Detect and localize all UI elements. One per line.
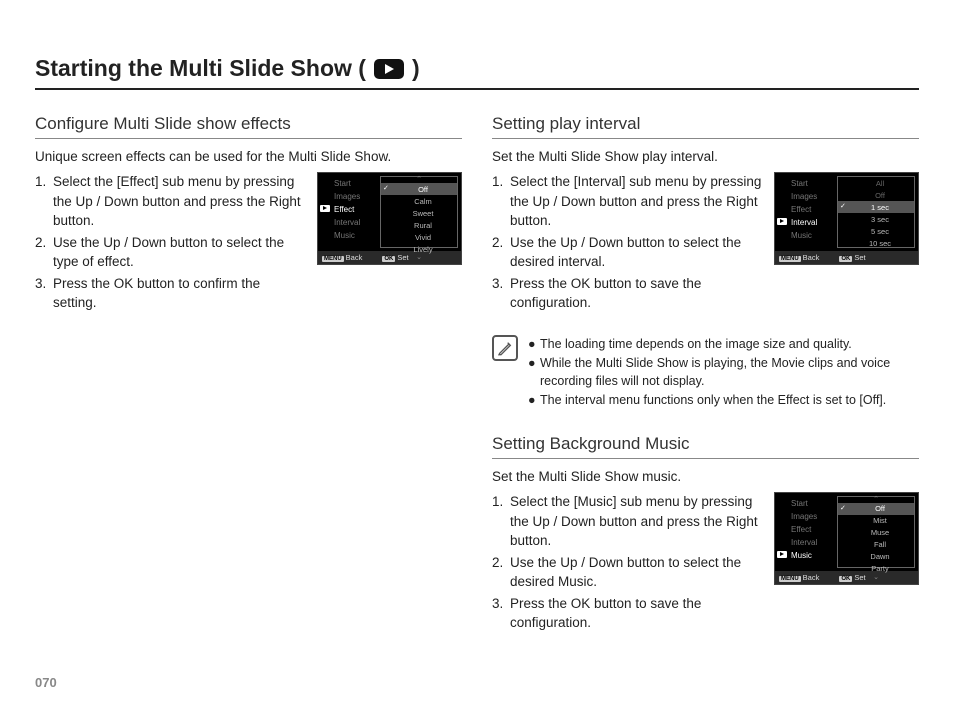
lead-effects: Unique screen effects can be used for th… xyxy=(35,149,462,164)
ok-button-label: OK xyxy=(839,256,852,262)
steps-music: 1.Select the [Music] sub menu by pressin… xyxy=(492,492,762,635)
note-icon xyxy=(492,335,518,361)
lcd-menu-item: Music xyxy=(775,549,837,562)
lcd-option: Vivid xyxy=(381,231,457,243)
step-text: Press the OK button to confirm the setti… xyxy=(53,274,305,313)
lcd-screenshot-effects: Start Images Effect Interval Music ⌃ Off… xyxy=(317,172,462,265)
menu-button-label: MENU xyxy=(322,256,344,262)
lcd-menu-item: Start xyxy=(318,177,380,190)
step-text: Use the Up / Down button to select the d… xyxy=(510,233,762,272)
note-text: The loading time depends on the image si… xyxy=(540,335,852,354)
lcd-menu-item: Music xyxy=(318,229,380,242)
step-text: Use the Up / Down button to select the d… xyxy=(510,553,762,592)
lcd-screenshot-interval: Start Images Effect Interval Music All O… xyxy=(774,172,919,265)
lcd-option: Muse xyxy=(838,527,914,539)
lcd-option: Sweet xyxy=(381,207,457,219)
lcd-option: Rural xyxy=(381,219,457,231)
lcd-option: 5 sec xyxy=(838,225,914,237)
lcd-menu-item: Effect xyxy=(318,203,380,216)
lcd-option: Off xyxy=(838,503,914,515)
lcd-option: Lively xyxy=(381,243,457,255)
step-text: Select the [Interval] sub menu by pressi… xyxy=(510,172,762,231)
step-text: Press the OK button to save the configur… xyxy=(510,274,762,313)
menu-button-label: MENU xyxy=(779,576,801,582)
lcd-option: Off xyxy=(381,183,457,195)
lcd-menu-item: Start xyxy=(775,177,837,190)
step-text: Press the OK button to save the configur… xyxy=(510,594,762,633)
steps-effects: 1.Select the [Effect] sub menu by pressi… xyxy=(35,172,305,315)
footer-set: Set xyxy=(854,253,865,262)
lcd-option: 3 sec xyxy=(838,213,914,225)
menu-button-label: MENU xyxy=(779,256,801,262)
lcd-menu-item: Start xyxy=(775,497,837,510)
footer-back: Back xyxy=(803,573,820,582)
lcd-option: 10 sec xyxy=(838,237,914,249)
lcd-option: Calm xyxy=(381,195,457,207)
title-suffix: ) xyxy=(412,55,420,82)
lead-interval: Set the Multi Slide Show play interval. xyxy=(492,149,919,164)
section-heading-interval: Setting play interval xyxy=(492,114,919,139)
lcd-menu-item: Interval xyxy=(775,536,837,549)
page-number: 070 xyxy=(35,675,57,690)
lcd-option-dim: Off xyxy=(838,189,914,201)
chevron-down-icon: ⌄ xyxy=(838,575,914,581)
lcd-option: Dawn xyxy=(838,551,914,563)
title-prefix: Starting the Multi Slide Show ( xyxy=(35,55,366,82)
lcd-menu-item: Interval xyxy=(318,216,380,229)
lcd-menu-item: Images xyxy=(775,190,837,203)
step-text: Select the [Music] sub menu by pressing … xyxy=(510,492,762,551)
play-mode-icon xyxy=(374,59,404,79)
lcd-option: Fall xyxy=(838,539,914,551)
footer-back: Back xyxy=(346,253,363,262)
lcd-menu-item: Music xyxy=(775,229,837,242)
lcd-menu-item: Images xyxy=(775,510,837,523)
note-text: The interval menu functions only when th… xyxy=(540,391,886,410)
note-box: ●The loading time depends on the image s… xyxy=(492,335,919,410)
lead-music: Set the Multi Slide Show music. xyxy=(492,469,919,484)
lcd-option-dim: All xyxy=(838,177,914,189)
section-heading-music: Setting Background Music xyxy=(492,434,919,459)
page-title: Starting the Multi Slide Show ( ) xyxy=(35,55,919,90)
section-heading-effects: Configure Multi Slide show effects xyxy=(35,114,462,139)
lcd-option: 1 sec xyxy=(838,201,914,213)
note-text: While the Multi Slide Show is playing, t… xyxy=(540,354,919,392)
lcd-menu-item: Images xyxy=(318,190,380,203)
chevron-down-icon: ⌄ xyxy=(381,255,457,261)
footer-back: Back xyxy=(803,253,820,262)
lcd-option: Party xyxy=(838,563,914,575)
lcd-menu-item: Effect xyxy=(775,203,837,216)
lcd-menu-item: Interval xyxy=(775,216,837,229)
step-text: Use the Up / Down button to select the t… xyxy=(53,233,305,272)
lcd-menu-item: Effect xyxy=(775,523,837,536)
lcd-screenshot-music: Start Images Effect Interval Music ⌃ Off… xyxy=(774,492,919,585)
lcd-option: Mist xyxy=(838,515,914,527)
steps-interval: 1.Select the [Interval] sub menu by pres… xyxy=(492,172,762,315)
step-text: Select the [Effect] sub menu by pressing… xyxy=(53,172,305,231)
